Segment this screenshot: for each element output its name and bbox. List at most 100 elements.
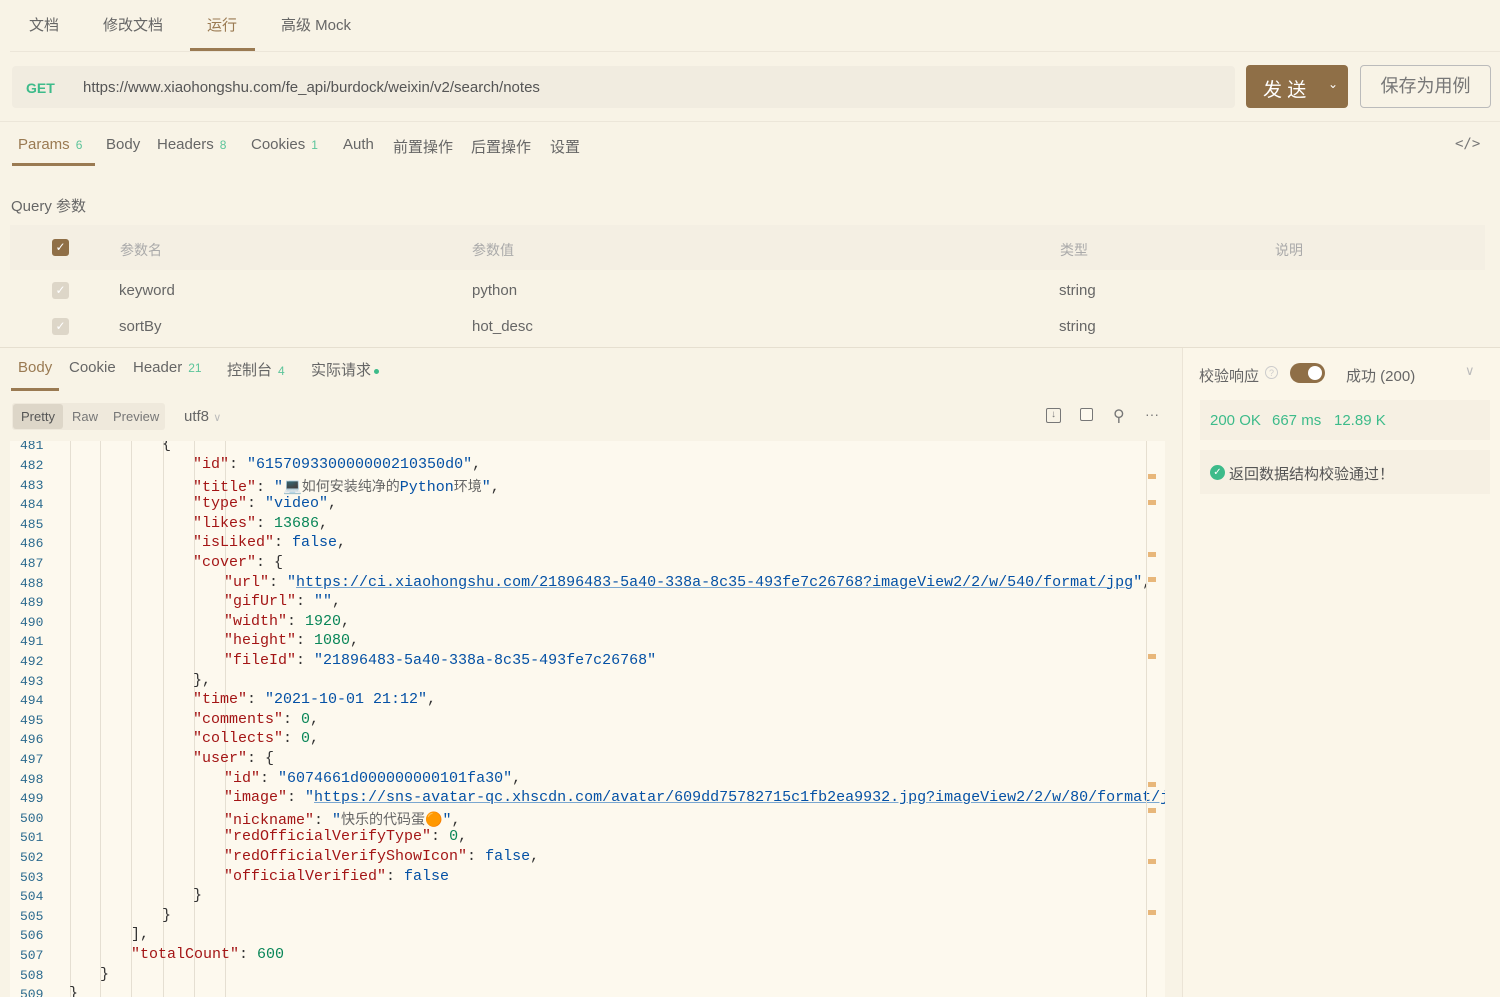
code-token: : xyxy=(314,811,333,829)
tab-edit-docs[interactable]: 修改文档 xyxy=(103,14,163,35)
code-token: "time" xyxy=(193,691,248,709)
line-number: 488 xyxy=(20,575,44,591)
tab-advanced-mock[interactable]: 高级 Mock xyxy=(281,14,351,35)
tab-headers[interactable]: Headers 8 xyxy=(157,136,226,153)
tab-settings[interactable]: 设置 xyxy=(550,136,580,157)
view-pretty[interactable]: Pretty xyxy=(21,409,55,424)
line-number: 492 xyxy=(20,654,44,669)
code-token: : xyxy=(287,612,306,630)
code-token: : xyxy=(296,593,315,611)
encoding-select[interactable]: utf8 ∨ xyxy=(184,408,221,425)
chevron-down-icon[interactable]: ∨ xyxy=(1465,363,1475,379)
code-token: : xyxy=(283,730,302,748)
code-token: : xyxy=(386,867,405,885)
param-value[interactable]: hot_desc xyxy=(472,318,533,335)
scroll-marker xyxy=(1148,859,1156,864)
row-checkbox[interactable]: ✓ xyxy=(52,318,69,335)
code-token: "collects" xyxy=(193,730,284,748)
param-type[interactable]: string xyxy=(1059,318,1096,335)
response-code-viewer[interactable]: 481 {482 "id": "615709330000000210350d0", 4… xyxy=(10,441,1165,997)
scroll-marker xyxy=(1148,782,1156,787)
view-raw[interactable]: Raw xyxy=(72,409,98,424)
send-button[interactable]: 发 送 ⌄ xyxy=(1246,65,1348,108)
tab-docs[interactable]: 文档 xyxy=(29,14,59,35)
code-token: : xyxy=(269,573,288,591)
scrollbar-track[interactable] xyxy=(1146,441,1147,997)
download-icon[interactable]: ↓ xyxy=(1046,408,1061,423)
tab-pre-actions[interactable]: 前置操作 xyxy=(393,136,453,157)
code-token: , xyxy=(512,769,522,787)
code-token: "615709330000000210350d0" xyxy=(247,456,473,473)
code-token: { xyxy=(162,441,172,454)
code-token: "redOfficialVerifyType" xyxy=(224,828,432,846)
code-token: "isLiked" xyxy=(193,534,275,552)
tab-response-body[interactable]: Body xyxy=(18,359,52,376)
tab-run[interactable]: 运行 xyxy=(207,14,237,35)
code-token: "21896483-5a40-338a-8c35-493fe7c26768" xyxy=(314,652,657,669)
code-line: "id": "6074661d000000000101fa30", xyxy=(224,770,521,787)
code-line: "fileId": "21896483-5a40-338a-8c35-493fe… xyxy=(224,652,656,669)
code-token[interactable]: https://ci.xiaohongshu.com/21896483-5a40… xyxy=(296,574,1133,591)
copy-icon[interactable] xyxy=(1080,408,1093,421)
count-badge: 4 xyxy=(278,364,285,378)
line-number: 487 xyxy=(20,556,44,571)
code-token: , xyxy=(310,710,320,728)
code-token: "redOfficialVerifyShowIcon" xyxy=(224,848,468,865)
params-table-header xyxy=(10,225,1485,270)
code-token: : xyxy=(296,632,315,650)
tab-auth[interactable]: Auth xyxy=(343,136,374,153)
code-token: 13686 xyxy=(274,514,320,532)
save-as-case-button[interactable]: 保存为用例 xyxy=(1360,65,1491,108)
param-name[interactable]: keyword xyxy=(119,282,175,299)
col-param-desc: 说明 xyxy=(1275,242,1303,258)
code-icon[interactable]: </> xyxy=(1455,136,1480,152)
url-input[interactable]: https://www.xiaohongshu.com/fe_api/burdo… xyxy=(83,79,540,96)
code-line: "officialVerified": false xyxy=(224,868,449,885)
code-token: , xyxy=(341,612,351,630)
tab-params[interactable]: Params 6 xyxy=(18,136,82,153)
select-all-checkbox[interactable]: ✓ xyxy=(52,239,69,256)
param-type[interactable]: string xyxy=(1059,282,1096,299)
chevron-down-icon[interactable]: ⌄ xyxy=(1328,77,1338,91)
code-token: 0 xyxy=(449,828,459,846)
code-token: : xyxy=(296,652,315,669)
code-line: "image": "https://sns-avatar-qc.xhscdn.c… xyxy=(224,789,1165,806)
line-number: 486 xyxy=(20,536,44,552)
tab-response-header[interactable]: Header 21 xyxy=(133,359,202,376)
param-name[interactable]: sortBy xyxy=(119,318,162,335)
code-token[interactable]: https://sns-avatar-qc.xhscdn.com/avatar/… xyxy=(314,789,1165,806)
line-number: 496 xyxy=(20,732,44,748)
line-number: 482 xyxy=(20,458,44,473)
code-token: : xyxy=(431,828,450,846)
code-token: " xyxy=(1133,573,1143,591)
validation-message: 返回数据结构校验通过！ xyxy=(1229,466,1395,483)
code-token: , xyxy=(427,691,437,709)
tab-actual-request[interactable]: 实际请求 xyxy=(311,359,380,380)
code-token: : xyxy=(467,848,486,865)
line-number: 503 xyxy=(20,869,44,885)
view-preview[interactable]: Preview xyxy=(113,409,159,424)
tab-body[interactable]: Body xyxy=(106,136,140,153)
code-line: "comments": 0, xyxy=(193,711,319,728)
code-token: 0 xyxy=(301,730,311,748)
param-value[interactable]: python xyxy=(472,282,517,299)
method-select[interactable]: GET xyxy=(26,80,55,96)
tab-cookies[interactable]: Cookies 1 xyxy=(251,136,318,153)
help-icon[interactable]: ? xyxy=(1265,366,1278,379)
code-token: , xyxy=(337,534,347,552)
search-icon[interactable]: ⚲ xyxy=(1113,406,1125,426)
result-select[interactable]: 成功 (200) xyxy=(1346,365,1415,386)
line-number: 497 xyxy=(20,752,44,767)
row-checkbox[interactable]: ✓ xyxy=(52,282,69,299)
count-badge: 6 xyxy=(75,138,83,152)
line-number: 507 xyxy=(20,948,44,963)
tab-label: Params xyxy=(18,136,70,153)
code-line: "user": { xyxy=(193,750,274,767)
active-tab-indicator xyxy=(12,163,95,166)
tab-console[interactable]: 控制台 4 xyxy=(227,359,285,380)
tab-response-cookie[interactable]: Cookie xyxy=(69,359,116,376)
divider xyxy=(0,121,1500,122)
tab-post-actions[interactable]: 后置操作 xyxy=(471,136,531,157)
validate-toggle[interactable] xyxy=(1290,363,1325,383)
more-icon[interactable]: ··· xyxy=(1145,406,1159,422)
